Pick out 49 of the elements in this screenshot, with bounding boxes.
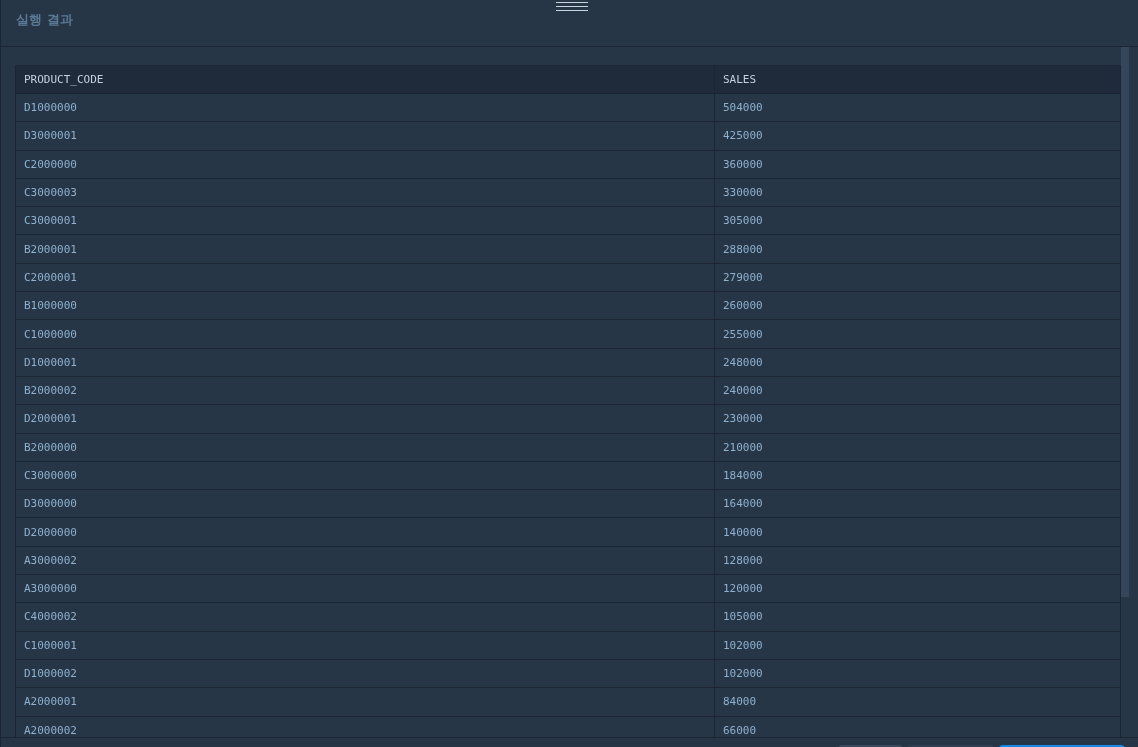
table-cell: D1000002 [15, 659, 715, 688]
table-cell: C4000002 [15, 602, 715, 632]
table-cell: D2000000 [15, 517, 715, 547]
table-cell: B1000000 [15, 291, 715, 320]
table-cell: 120000 [714, 574, 1121, 603]
table-cell: C1000001 [15, 631, 715, 660]
table-cell: 288000 [714, 235, 1121, 264]
panel-title: 실행 결과 [16, 10, 73, 29]
table-cell: C2000001 [15, 263, 715, 292]
table-cell: B2000001 [15, 235, 715, 264]
table-cell: C1000000 [15, 319, 715, 349]
table-cell: D3000001 [15, 121, 715, 151]
column-header: SALES [714, 65, 1121, 94]
table-cell: 164000 [714, 489, 1121, 518]
table-cell: 105000 [714, 602, 1121, 632]
table-cell: 255000 [714, 319, 1121, 349]
table-cell: C2000000 [15, 150, 715, 179]
table-cell: 240000 [714, 376, 1121, 405]
table-cell: 360000 [714, 150, 1121, 179]
table-cell: 210000 [714, 433, 1121, 462]
column-header: PRODUCT_CODE [15, 65, 715, 94]
table-cell: 425000 [714, 121, 1121, 151]
table-cell: B2000002 [15, 376, 715, 405]
table-cell: D1000000 [15, 93, 715, 122]
table-cell: A3000002 [15, 546, 715, 575]
table-cell: D2000001 [15, 404, 715, 434]
table-cell: C3000000 [15, 461, 715, 490]
table-cell: 260000 [714, 291, 1121, 320]
table-cell: C3000003 [15, 178, 715, 207]
table-cell: 230000 [714, 404, 1121, 434]
table-cell: A2000001 [15, 687, 715, 717]
scrollbar[interactable] [1121, 47, 1129, 597]
table-cell: 305000 [714, 206, 1121, 235]
table-cell: C3000001 [15, 206, 715, 235]
table-cell: A3000000 [15, 574, 715, 603]
table-cell: D3000000 [15, 489, 715, 518]
table-cell: D1000001 [15, 348, 715, 377]
table-cell: 330000 [714, 178, 1121, 207]
table-cell: 184000 [714, 461, 1121, 490]
table-cell: 84000 [714, 687, 1121, 717]
table-cell: 140000 [714, 517, 1121, 547]
table-cell: 248000 [714, 348, 1121, 377]
table-cell: B2000000 [15, 433, 715, 462]
resize-handle-icon[interactable] [556, 2, 588, 11]
table-cell: 102000 [714, 631, 1121, 660]
table-cell: 102000 [714, 659, 1121, 688]
table-cell: 128000 [714, 546, 1121, 575]
table-cell: 504000 [714, 93, 1121, 122]
table-cell: 279000 [714, 263, 1121, 292]
